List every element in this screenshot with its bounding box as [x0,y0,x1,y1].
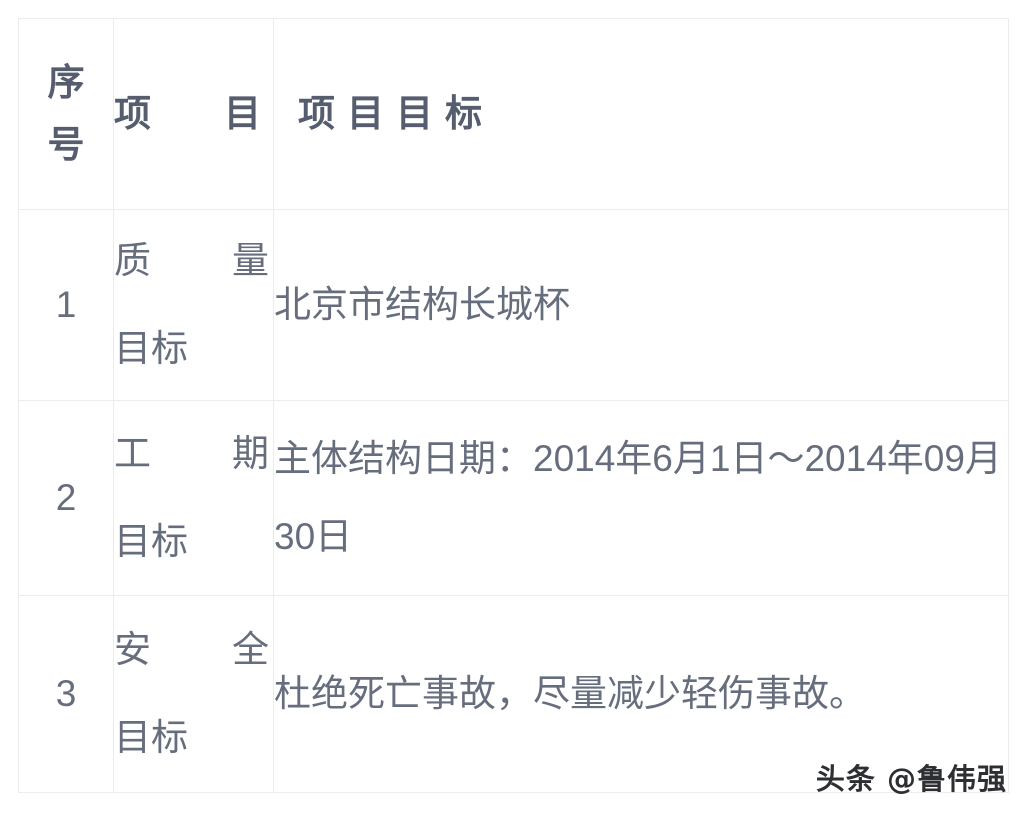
row-item-line-2: 目标 [114,717,188,758]
row-item-line-2: 目标 [114,521,188,562]
row-item-cell: 安全 目标 [113,595,274,793]
row-index-cell: 2 [18,400,114,596]
column-header-goal: 项目目标 [273,18,1009,210]
project-goals-table: 序号 项目 项目目标 1 质量 目标 北京市结构长城杯 2 工期 目标 主体结构… [18,18,1009,793]
page-root: 序号 项目 项目目标 1 质量 目标 北京市结构长城杯 2 工期 目标 主体结构… [0,0,1021,814]
table-body: 1 质量 目标 北京市结构长城杯 2 工期 目标 主体结构日期：2014年6月1… [18,209,1009,793]
row-index-cell: 3 [18,595,114,793]
row-item-line-2: 目标 [114,328,188,369]
row-item-line-1: 工期 [114,433,269,474]
row-goal-cell: 北京市结构长城杯 [273,209,1009,401]
table-row: 2 工期 目标 主体结构日期：2014年6月1日～2014年09月30日 [18,400,1009,596]
column-header-item: 项目 [113,18,274,210]
table-row: 1 质量 目标 北京市结构长城杯 [18,209,1009,401]
row-item-cell: 工期 目标 [113,400,274,596]
table-header: 序号 项目 项目目标 [18,18,1009,210]
column-header-index: 序号 [18,18,114,210]
row-goal-cell: 主体结构日期：2014年6月1日～2014年09月30日 [273,400,1009,596]
row-item-line-1: 质量 [114,240,269,281]
row-goal-text: 主体结构日期：2014年6月1日～2014年09月30日 [274,438,1002,557]
row-goal-text: 北京市结构长城杯 [274,284,570,325]
watermark: 头条 @鲁伟强 [815,762,1007,796]
row-item-cell: 质量 目标 [113,209,274,401]
row-goal-text: 杜绝死亡事故，尽量减少轻伤事故。 [274,673,866,714]
row-item-line-1: 安全 [114,629,269,670]
row-index-cell: 1 [18,209,114,401]
table-header-row: 序号 项目 项目目标 [18,18,1009,210]
